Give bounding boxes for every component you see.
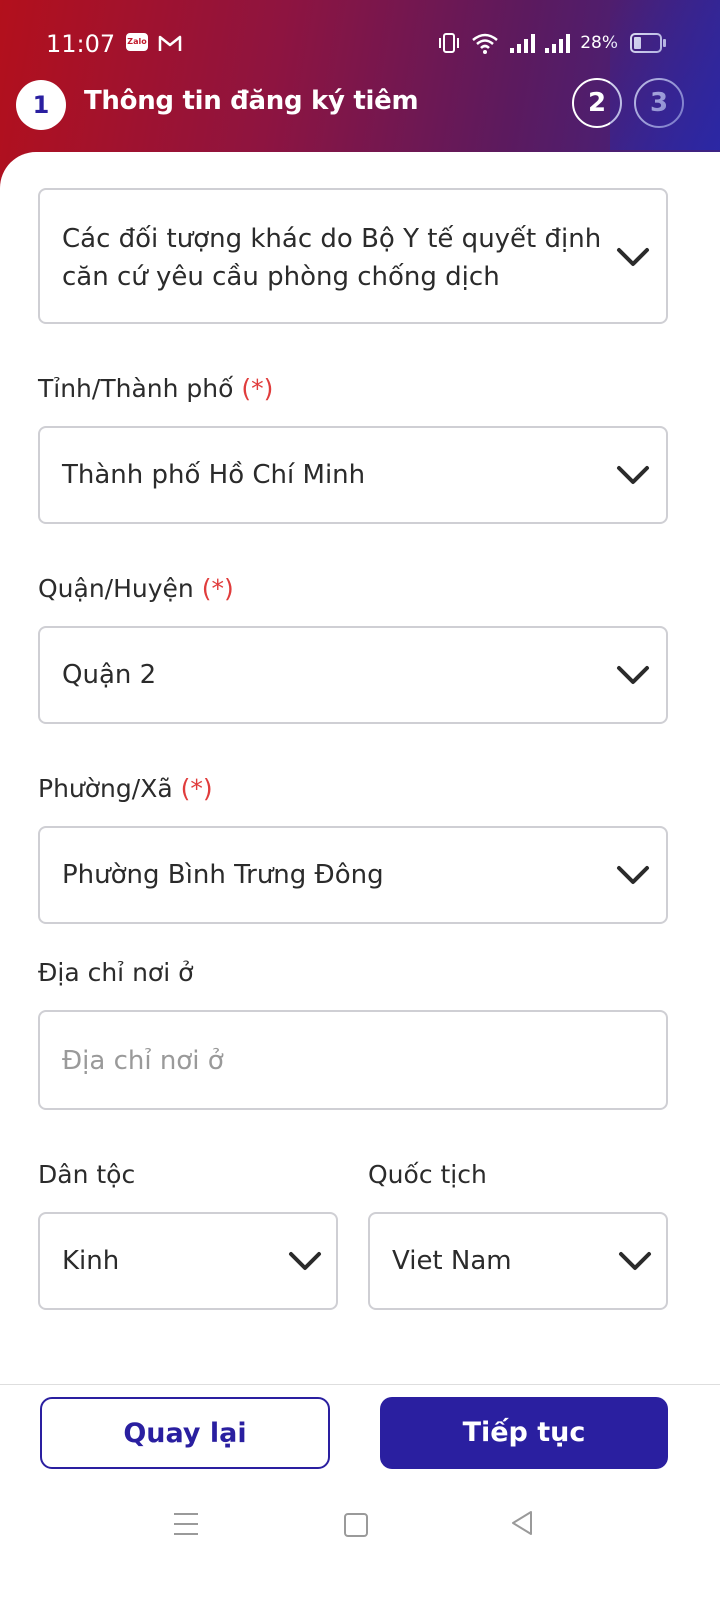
battery-icon <box>630 33 666 53</box>
step-indicator-current: 1 <box>16 80 66 130</box>
province-label: Tỉnh/Thành phố (*) <box>38 374 274 403</box>
home-icon[interactable] <box>344 1513 368 1537</box>
next-button[interactable]: Tiếp tục <box>380 1397 668 1469</box>
back-icon[interactable] <box>510 1509 534 1537</box>
object-group-value: Các đối tượng khác do Bộ Y tế quyết định… <box>62 224 602 292</box>
ward-select[interactable]: Phường Bình Trưng Đông <box>38 826 668 924</box>
province-value: Thành phố Hồ Chí Minh <box>62 460 366 490</box>
required-mark: (*) <box>201 574 234 603</box>
required-mark: (*) <box>241 374 274 403</box>
chevron-down-icon <box>617 466 649 484</box>
step-indicator-2[interactable]: 2 <box>572 78 622 128</box>
nationality-select[interactable]: Viet Nam <box>368 1212 668 1310</box>
back-button[interactable]: Quay lại <box>40 1397 330 1469</box>
ward-value: Phường Bình Trưng Đông <box>62 860 384 890</box>
address-label: Địa chỉ nơi ở <box>38 958 194 987</box>
district-select[interactable]: Quận 2 <box>38 626 668 724</box>
menu-icon[interactable] <box>174 1513 198 1543</box>
wifi-icon <box>472 33 499 54</box>
chevron-down-icon <box>617 866 649 884</box>
nationality-value: Viet Nam <box>392 1246 512 1276</box>
nationality-label: Quốc tịch <box>368 1160 487 1189</box>
status-bar: 11:07 Zalo 28% <box>0 24 720 64</box>
object-group-select[interactable]: Các đối tượng khác do Bộ Y tế quyết định… <box>38 188 668 324</box>
province-select[interactable]: Thành phố Hồ Chí Minh <box>38 426 668 524</box>
required-mark: (*) <box>180 774 213 803</box>
address-field[interactable]: Địa chỉ nơi ở <box>38 1010 668 1110</box>
vibrate-icon <box>439 33 460 53</box>
district-label: Quận/Huyện (*) <box>38 574 234 603</box>
page-title: Thông tin đăng ký tiêm <box>84 86 419 116</box>
footer-bar: Quay lại Tiếp tục <box>0 1384 720 1601</box>
form-content: Các đối tượng khác do Bộ Y tế quyết định… <box>0 152 720 1384</box>
ward-label: Phường/Xã (*) <box>38 774 213 803</box>
battery-percent: 28% <box>580 33 618 53</box>
chevron-down-icon <box>617 248 649 266</box>
zalo-icon: Zalo <box>126 33 148 51</box>
chevron-down-icon <box>617 666 649 684</box>
chevron-down-icon <box>619 1252 651 1270</box>
step-indicator-3[interactable]: 3 <box>634 78 684 128</box>
signal-icon <box>510 33 536 53</box>
ethnicity-label: Dân tộc <box>38 1160 136 1189</box>
status-time: 11:07 <box>46 30 116 58</box>
address-placeholder: Địa chỉ nơi ở <box>62 1046 224 1076</box>
ethnicity-value: Kinh <box>62 1246 120 1276</box>
chevron-down-icon <box>289 1252 321 1270</box>
status-right: 28% <box>438 32 666 54</box>
ethnicity-select[interactable]: Kinh <box>38 1212 338 1310</box>
district-value: Quận 2 <box>62 660 157 690</box>
gmail-icon <box>158 35 182 51</box>
system-nav-bar <box>0 1495 720 1555</box>
signal-icon-2 <box>545 33 571 53</box>
